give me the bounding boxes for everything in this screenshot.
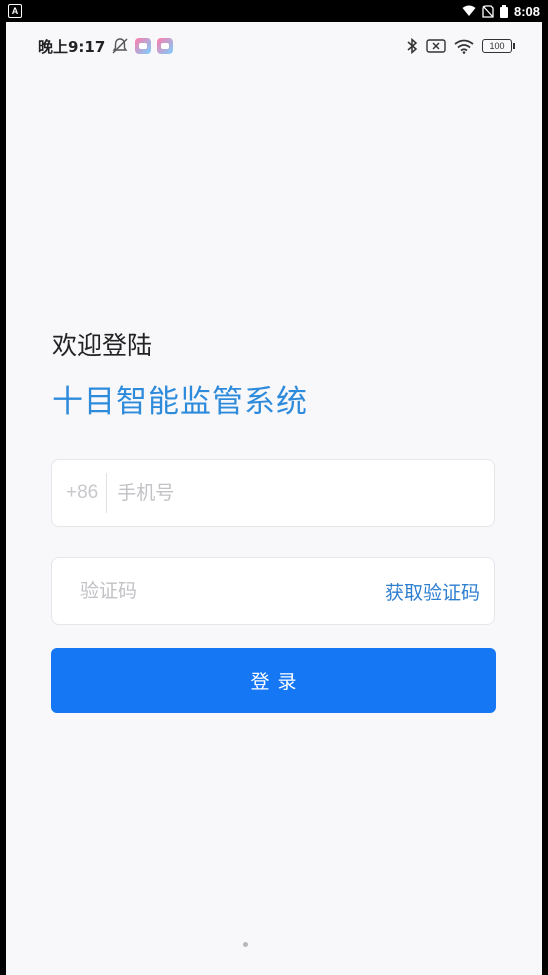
- wifi-icon: [462, 5, 476, 16]
- get-code-button[interactable]: 获取验证码: [385, 578, 494, 605]
- login-button[interactable]: 登录: [51, 648, 496, 713]
- system-status-bar: A 8:08: [0, 0, 548, 22]
- battery-icon: [499, 4, 508, 18]
- page-indicator-dot: [243, 942, 248, 947]
- status-bar: 晚上9:17 100: [6, 22, 542, 70]
- game-app-icon: [157, 38, 174, 54]
- code-field[interactable]: 获取验证码: [51, 557, 495, 625]
- wifi-icon: [454, 39, 474, 54]
- status-clock: 晚上9:17: [38, 37, 106, 56]
- system-title: 十目智能监管系统: [52, 384, 308, 420]
- no-sim-icon: [482, 4, 494, 18]
- mute-notification-icon: [112, 38, 128, 54]
- login-screen: 晚上9:17 100 欢迎登陆 十目智能监管系统 +86 手机号 验证码 获取验…: [6, 22, 542, 975]
- no-sim-icon: [426, 39, 446, 53]
- phone-input[interactable]: [115, 481, 460, 505]
- welcome-heading: 欢迎登陆: [52, 331, 153, 360]
- game-app-icon: [135, 38, 152, 54]
- notification-a-icon: A: [8, 4, 22, 18]
- battery-icon: 100: [482, 39, 515, 53]
- country-code-prefix: +86: [52, 473, 108, 513]
- verification-code-input[interactable]: [78, 579, 322, 603]
- system-clock: 8:08: [513, 3, 540, 19]
- phone-field[interactable]: +86: [51, 459, 495, 527]
- bluetooth-icon: [407, 38, 418, 54]
